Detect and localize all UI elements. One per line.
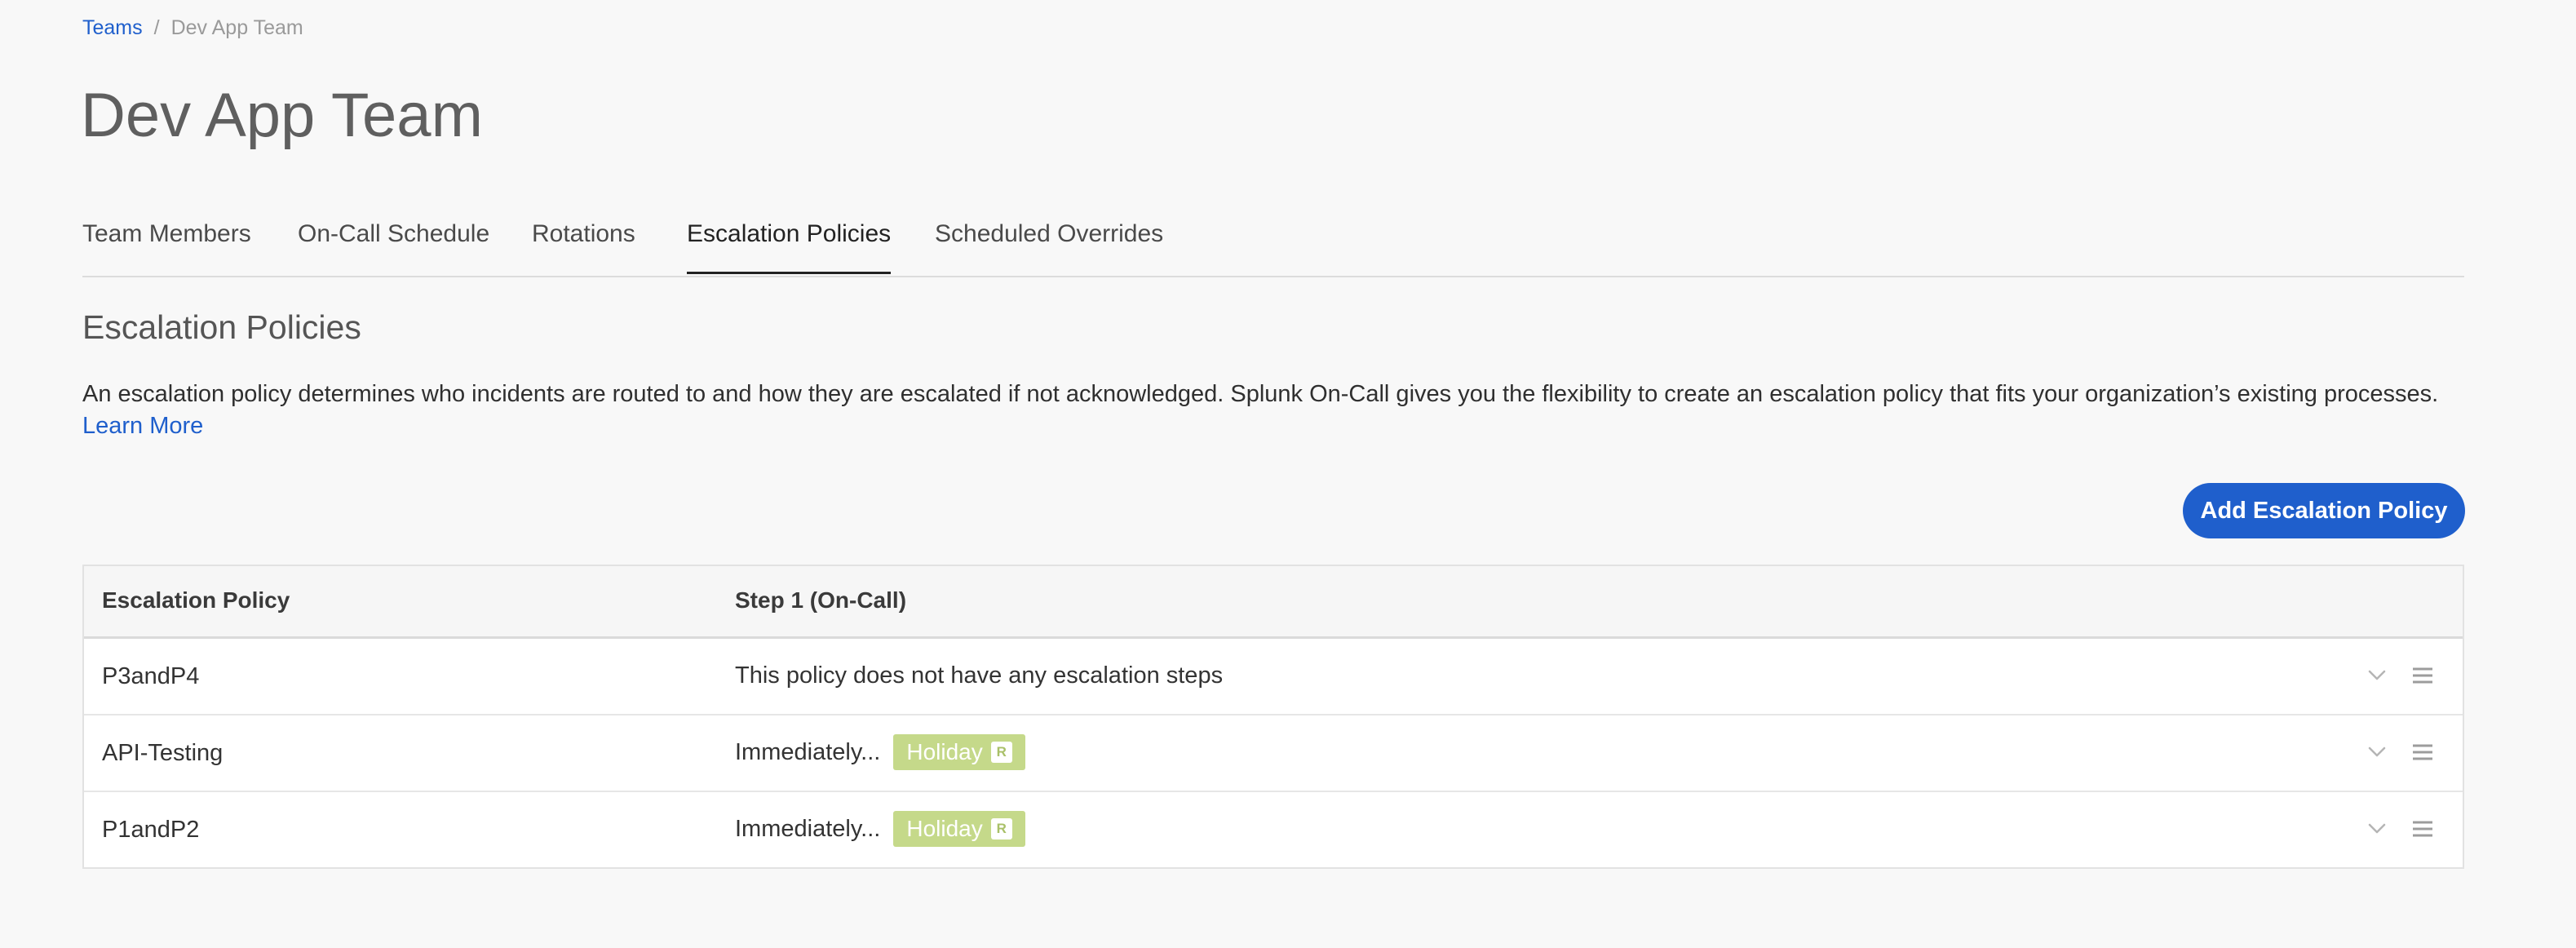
policy-name[interactable]: P1andP2 xyxy=(102,817,199,844)
tab-rotations[interactable]: Rotations xyxy=(532,220,635,274)
badge-label: Holiday xyxy=(906,816,983,841)
step-text: Immediately... xyxy=(735,738,881,765)
breadcrumb: Teams / Dev App Team xyxy=(82,16,303,40)
step-text: This policy does not have any escalation… xyxy=(735,662,1224,689)
step-text: Immediately... xyxy=(735,815,881,842)
breadcrumb-teams-link[interactable]: Teams xyxy=(82,16,143,40)
section-title: Escalation Policies xyxy=(82,308,361,346)
hamburger-menu-icon[interactable] xyxy=(2410,663,2435,688)
learn-more-link[interactable]: Learn More xyxy=(82,413,203,439)
step-cell: Immediately... Holiday R xyxy=(735,810,1025,848)
chevron-down-icon[interactable] xyxy=(2365,817,2389,841)
policy-name[interactable]: P3andP4 xyxy=(102,663,199,690)
table-row[interactable]: P3andP4 This policy does not have any es… xyxy=(84,639,2463,715)
tab-scheduled-overrides[interactable]: Scheduled Overrides xyxy=(935,220,1163,274)
policy-name[interactable]: API-Testing xyxy=(102,740,223,767)
page-title: Dev App Team xyxy=(81,81,483,150)
rotation-badge[interactable]: Holiday R xyxy=(893,734,1025,770)
table-row[interactable]: API-Testing Immediately... Holiday R xyxy=(84,715,2463,792)
tab-escalation-policies[interactable]: Escalation Policies xyxy=(687,220,892,274)
table-header: Escalation Policy Step 1 (On-Call) xyxy=(84,566,2463,639)
rotation-marker-icon: R xyxy=(990,818,1012,839)
description-text: An escalation policy determines who inci… xyxy=(82,381,2439,407)
hamburger-menu-icon[interactable] xyxy=(2410,817,2435,841)
breadcrumb-separator: / xyxy=(153,16,160,39)
breadcrumb-current: Dev App Team xyxy=(170,16,303,39)
tab-on-call-schedule[interactable]: On-Call Schedule xyxy=(298,220,489,274)
hamburger-menu-icon[interactable] xyxy=(2410,740,2435,764)
tab-team-members[interactable]: Team Members xyxy=(82,220,251,274)
escalation-policies-table: Escalation Policy Step 1 (On-Call) P3and… xyxy=(82,565,2464,869)
badge-label: Holiday xyxy=(906,739,983,764)
rotation-marker-icon: R xyxy=(990,742,1012,763)
step-cell: Immediately... Holiday R xyxy=(735,733,1025,771)
add-escalation-policy-button[interactable]: Add Escalation Policy xyxy=(2183,483,2465,538)
rotation-badge[interactable]: Holiday R xyxy=(893,811,1025,847)
column-header-step: Step 1 (On-Call) xyxy=(735,587,907,613)
section-description: An escalation policy determines who inci… xyxy=(82,379,2472,442)
column-header-policy: Escalation Policy xyxy=(102,587,290,613)
tab-bar: Team Members On-Call Schedule Rotations … xyxy=(82,210,2464,277)
chevron-down-icon[interactable] xyxy=(2365,740,2389,764)
chevron-down-icon[interactable] xyxy=(2365,663,2389,688)
page: Teams / Dev App Team Dev App Team Team M… xyxy=(0,0,2576,948)
table-row[interactable]: P1andP2 Immediately... Holiday R xyxy=(84,792,2463,867)
step-cell: This policy does not have any escalation… xyxy=(735,657,1223,694)
